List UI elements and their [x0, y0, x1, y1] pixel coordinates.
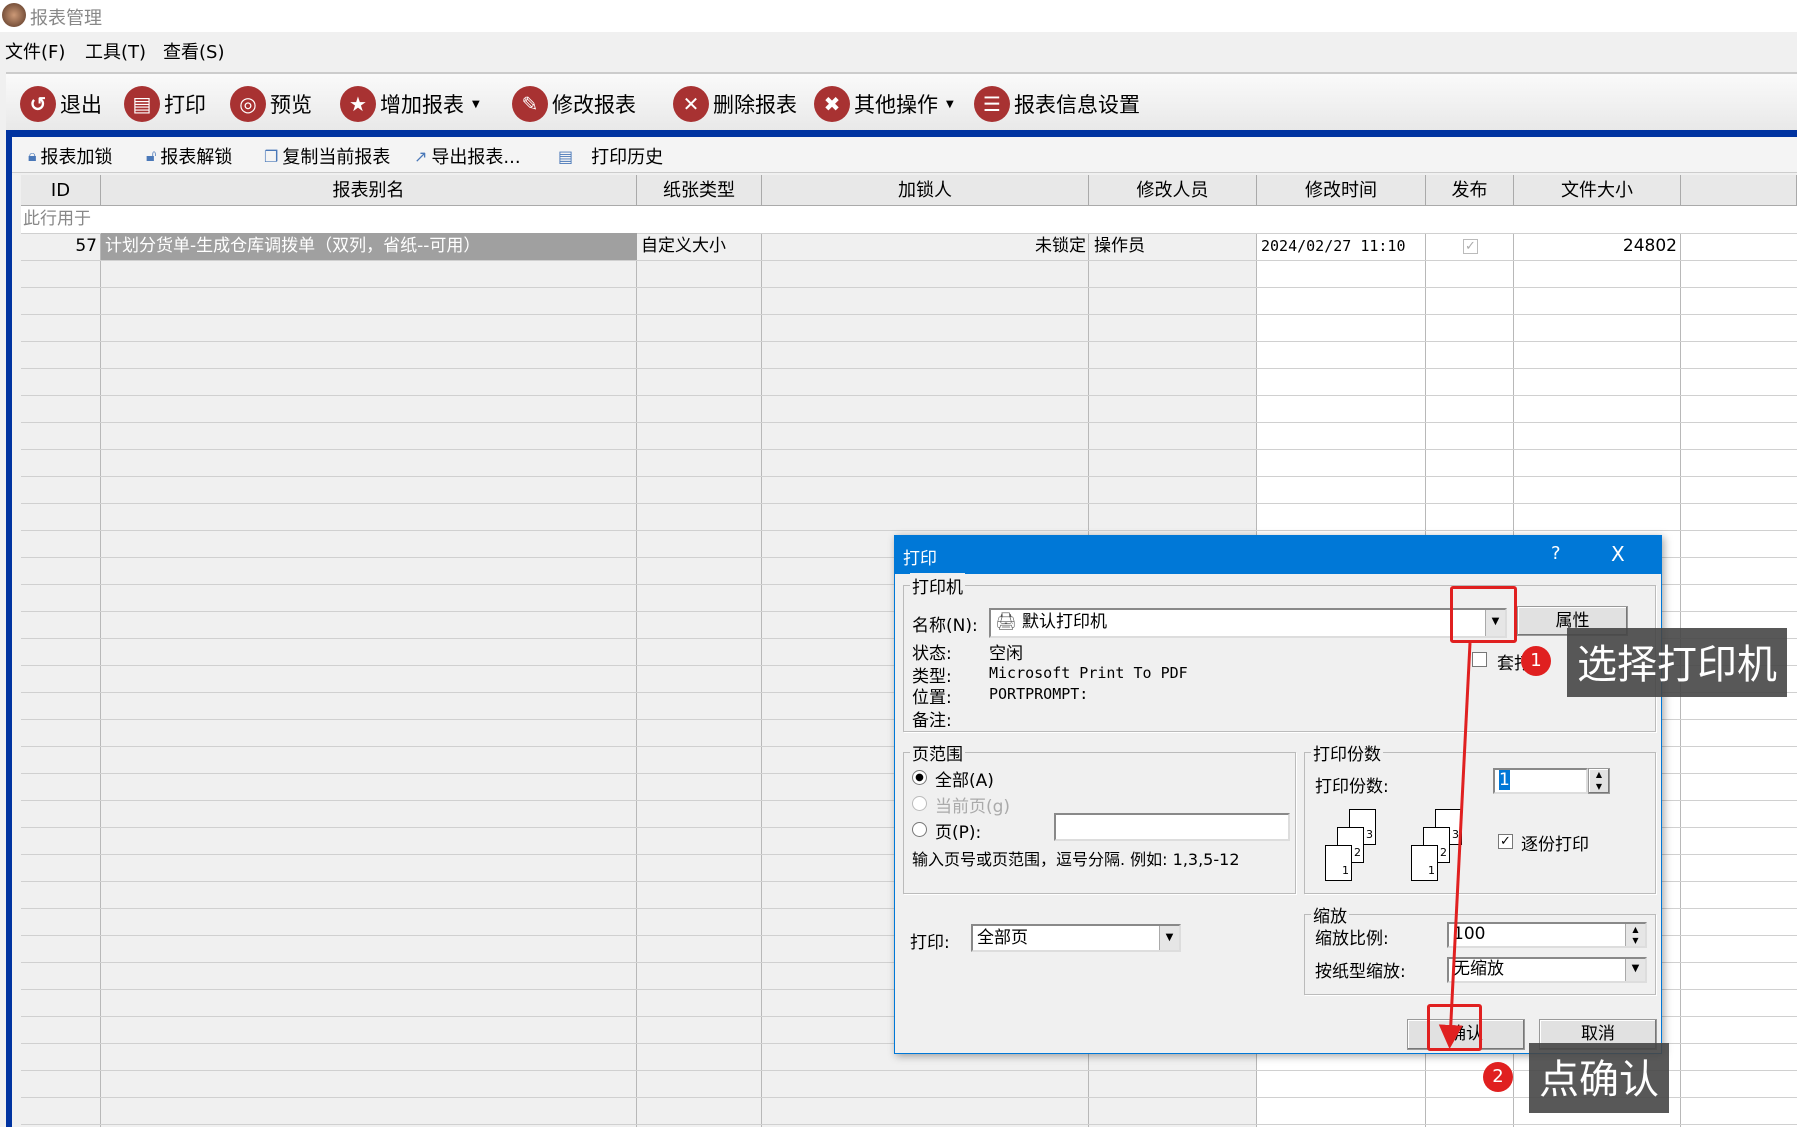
annotation-badge-1: 1	[1521, 646, 1551, 676]
annotation-callout-2: 点确认	[1529, 1043, 1669, 1113]
annotation-arrow	[1438, 642, 1472, 1049]
arrow-line	[1438, 642, 1472, 1049]
annotation-badge-2: 2	[1483, 1062, 1513, 1092]
annotation-callout-1: 选择打印机	[1567, 628, 1787, 697]
